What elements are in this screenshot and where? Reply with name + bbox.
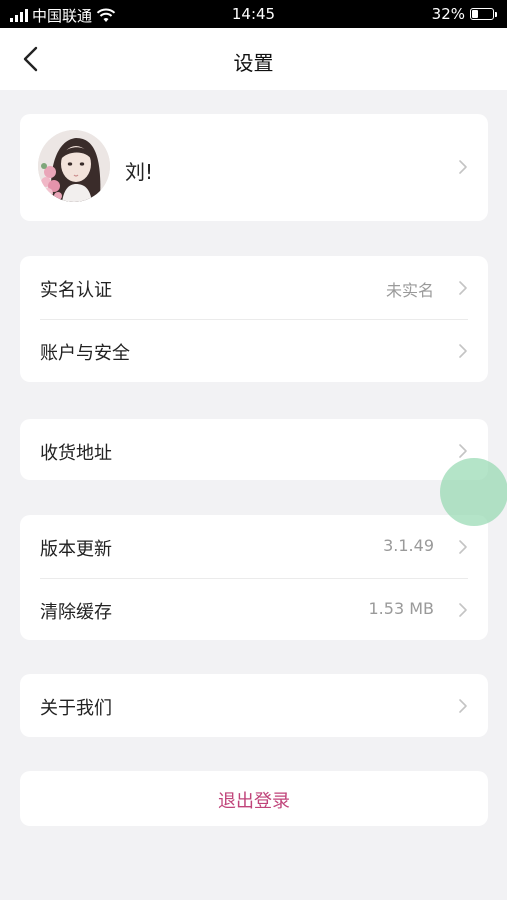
clear-cache-row[interactable]: 清除缓存 1.53 MB <box>20 578 488 641</box>
address-row[interactable]: 收货地址 <box>20 419 488 480</box>
version-label: 版本更新 <box>40 539 112 560</box>
chevron-right-icon <box>459 344 467 358</box>
settings-group-address: 收货地址 <box>20 419 488 480</box>
status-right: 32% <box>432 5 497 23</box>
settings-group-app: 版本更新 3.1.49 清除缓存 1.53 MB <box>20 515 488 640</box>
battery-nub <box>495 11 497 17</box>
about-row[interactable]: 关于我们 <box>20 674 488 737</box>
battery-percent: 32% <box>431 5 465 23</box>
avatar[interactable] <box>38 130 110 202</box>
touch-indicator <box>440 458 507 526</box>
address-label: 收货地址 <box>40 443 112 464</box>
chevron-right-icon <box>459 699 467 713</box>
about-label: 关于我们 <box>40 698 112 719</box>
clear-cache-label: 清除缓存 <box>40 602 112 623</box>
status-bar: 中国联通 14:45 32% <box>0 0 507 28</box>
realname-label: 实名认证 <box>40 280 112 301</box>
version-value: 3.1.49 <box>383 536 434 555</box>
settings-group-about: 关于我们 <box>20 674 488 737</box>
battery-icon <box>470 8 494 20</box>
chevron-right-icon <box>459 281 467 295</box>
page-title: 设置 <box>233 51 274 75</box>
chevron-right-icon <box>459 540 467 554</box>
cache-size-value: 1.53 MB <box>368 599 435 618</box>
settings-group-account: 实名认证 未实名 账户与安全 <box>20 256 488 382</box>
chevron-right-icon <box>459 160 467 174</box>
nav-bar: 设置 <box>0 28 507 90</box>
realname-row[interactable]: 实名认证 未实名 <box>20 256 488 319</box>
realname-value: 未实名 <box>385 281 434 300</box>
version-row[interactable]: 版本更新 3.1.49 <box>20 515 488 578</box>
logout-button[interactable]: 退出登录 <box>20 771 488 826</box>
account-security-row[interactable]: 账户与安全 <box>20 319 488 382</box>
account-security-label: 账户与安全 <box>40 343 130 364</box>
avatar-image <box>38 130 110 202</box>
logout-label: 退出登录 <box>218 791 290 812</box>
chevron-right-icon <box>459 444 467 458</box>
profile-card[interactable]: 刘! <box>20 114 488 221</box>
profile-name: 刘! <box>125 160 154 184</box>
chevron-right-icon <box>459 603 467 617</box>
